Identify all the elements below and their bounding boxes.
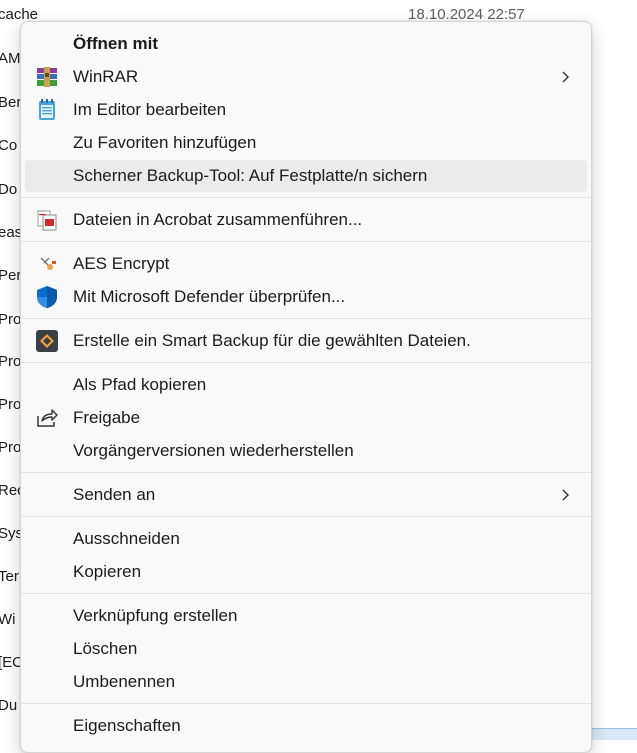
menu-item-label: Als Pfad kopieren (73, 375, 207, 394)
menu-separator (21, 703, 591, 704)
menu-item-label: Dateien in Acrobat zusammenführen... (73, 210, 363, 229)
menu-item-delete[interactable]: Löschen (25, 633, 587, 665)
menu-item-create-shortcut[interactable]: Verknüpfung erstellen (25, 600, 587, 632)
menu-item-label: Erstelle ein Smart Backup für die gewähl… (73, 331, 471, 350)
chevron-right-icon (559, 70, 571, 84)
menu-separator (21, 472, 591, 473)
menu-item-acrobat-combine[interactable]: Dateien in Acrobat zusammenführen... (25, 204, 587, 236)
menu-item-label: Zu Favoriten hinzufügen (73, 133, 257, 152)
menu-item-open-with[interactable]: Öffnen mit (25, 28, 587, 60)
menu-item-restore-previous-versions[interactable]: Vorgängerversionen wiederherstellen (25, 435, 587, 467)
notepad-icon (35, 98, 59, 122)
chevron-right-icon (559, 488, 571, 502)
winrar-icon (35, 65, 59, 89)
menu-separator (21, 197, 591, 198)
menu-item-label: WinRAR (73, 67, 139, 86)
backup-diamond-icon (35, 329, 59, 353)
menu-item-label: Ausschneiden (73, 529, 180, 548)
menu-item-edit-in-editor[interactable]: Im Editor bearbeiten (25, 94, 587, 126)
menu-item-smart-backup[interactable]: Erstelle ein Smart Backup für die gewähl… (25, 325, 587, 357)
menu-item-aes-encrypt[interactable]: AES Encrypt (25, 248, 587, 280)
acrobat-icon (35, 208, 59, 232)
menu-separator (21, 318, 591, 319)
menu-item-label: Löschen (73, 639, 138, 658)
menu-item-share[interactable]: Freigabe (25, 402, 587, 434)
menu-item-cut[interactable]: Ausschneiden (25, 523, 587, 555)
menu-item-label: Im Editor bearbeiten (73, 100, 227, 119)
menu-item-label: Verknüpfung erstellen (73, 606, 238, 625)
menu-separator (21, 241, 591, 242)
menu-item-label: Freigabe (73, 408, 141, 427)
menu-item-rename[interactable]: Umbenennen (25, 666, 587, 698)
aes-icon (35, 252, 59, 276)
shield-icon (35, 285, 59, 309)
menu-item-label: Eigenschaften (73, 716, 181, 735)
menu-item-copy[interactable]: Kopieren (25, 556, 587, 588)
menu-item-label: Scherner Backup-Tool: Auf Festplatte/n s… (73, 166, 428, 185)
menu-item-label: Öffnen mit (73, 34, 158, 53)
share-icon (35, 406, 59, 430)
menu-item-add-to-favorites[interactable]: Zu Favoriten hinzufügen (25, 127, 587, 159)
menu-item-winrar[interactable]: WinRAR (25, 61, 587, 93)
menu-item-send-to[interactable]: Senden an (25, 479, 587, 511)
menu-item-defender-scan[interactable]: Mit Microsoft Defender überprüfen... (25, 281, 587, 313)
menu-item-label: Mit Microsoft Defender überprüfen... (73, 287, 346, 306)
menu-separator (21, 593, 591, 594)
menu-item-backup-tool[interactable]: Scherner Backup-Tool: Auf Festplatte/n s… (25, 160, 587, 192)
menu-separator (21, 516, 591, 517)
menu-separator (21, 362, 591, 363)
menu-item-label: AES Encrypt (73, 254, 170, 273)
menu-item-label: Senden an (73, 485, 156, 504)
menu-item-copy-as-path[interactable]: Als Pfad kopieren (25, 369, 587, 401)
menu-item-label: Kopieren (73, 562, 142, 581)
context-menu: Öffnen mit WinRAR Im Editor bearbeiten Z… (20, 21, 592, 753)
menu-item-label: Vorgängerversionen wiederherstellen (73, 441, 354, 460)
menu-item-label: Umbenennen (73, 672, 176, 691)
menu-item-properties[interactable]: Eigenschaften (25, 710, 587, 742)
